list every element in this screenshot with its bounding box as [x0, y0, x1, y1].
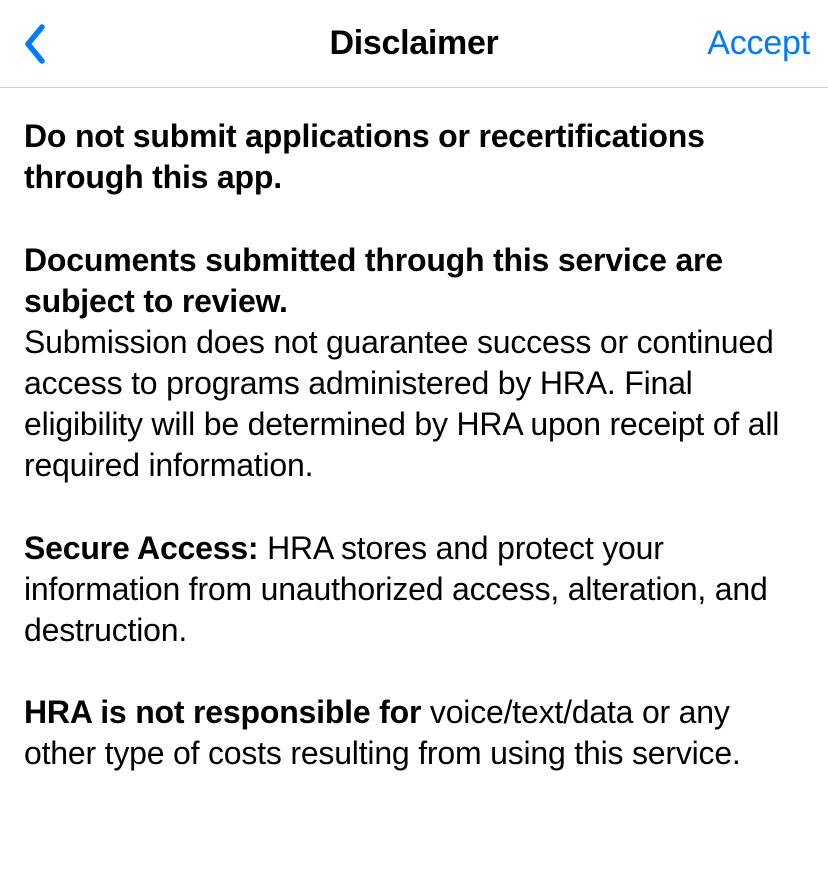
responsibility-paragraph: HRA is not responsible for voice/text/da… — [24, 692, 804, 774]
navigation-bar: Disclaimer Accept — [0, 0, 828, 88]
back-chevron-icon — [22, 23, 46, 65]
disclaimer-content: Do not submit applications or recertific… — [0, 88, 828, 840]
warning-paragraph: Do not submit applications or recertific… — [24, 116, 804, 198]
secure-access-paragraph: Secure Access: HRA stores and protect yo… — [24, 528, 804, 651]
page-title: Disclaimer — [330, 24, 499, 63]
review-paragraph: Documents submitted through this service… — [24, 240, 804, 486]
review-body: Submission does not guarantee success or… — [24, 324, 779, 483]
secure-access-heading: Secure Access: — [24, 530, 267, 566]
warning-text: Do not submit applications or recertific… — [24, 118, 705, 195]
review-heading: Documents submitted through this service… — [24, 242, 723, 319]
accept-button[interactable]: Accept — [707, 24, 810, 63]
responsibility-heading: HRA is not responsible for — [24, 694, 430, 730]
back-button[interactable] — [18, 15, 50, 73]
